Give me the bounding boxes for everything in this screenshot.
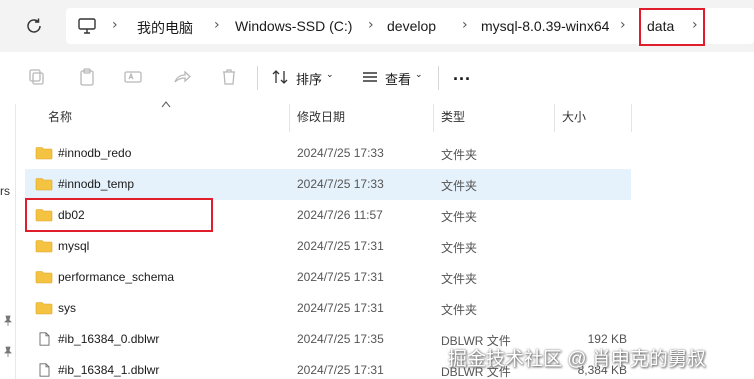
address-bar-row: › 我的电脑 › Windows-SSD (C:) › develop › my… (0, 0, 754, 52)
more-options-button[interactable]: ... (453, 64, 471, 85)
file-modified: 2024/7/25 17:33 (297, 177, 384, 191)
sort-ascending-icon (161, 101, 171, 108)
chevron-down-icon: ⌄ (326, 70, 334, 80)
toolbar-divider (438, 66, 439, 90)
file-type: 文件夹 (441, 179, 478, 193)
address-bar[interactable]: › 我的电脑 › Windows-SSD (C:) › develop › my… (66, 8, 754, 46)
delete-icon[interactable] (219, 67, 239, 87)
copy-icon[interactable] (27, 67, 47, 87)
column-divider[interactable] (554, 104, 555, 132)
chevron-down-icon: ⌄ (415, 70, 423, 80)
column-header-type[interactable]: 类型 (441, 108, 465, 132)
file-name: #innodb_temp (58, 177, 135, 191)
folder-icon (35, 271, 53, 284)
list-item[interactable]: sys 2024/7/25 17:31 文件夹 (25, 293, 631, 324)
chevron-right-icon: › (368, 17, 374, 33)
pin-icon (4, 315, 12, 326)
file-modified: 2024/7/25 17:31 (297, 239, 384, 253)
watermark: 掘金技术社区 @ 肖申克的舅叔 (448, 349, 706, 370)
column-divider[interactable] (631, 104, 632, 132)
toolbar-divider (257, 66, 258, 90)
file-name: #ib_16384_1.dblwr (58, 363, 160, 377)
file-modified: 2024/7/25 17:31 (297, 270, 384, 284)
sort-button[interactable]: 排序 (296, 69, 322, 88)
file-type: 文件夹 (441, 303, 478, 317)
file-type: 文件夹 (441, 272, 478, 286)
view-icon (363, 72, 377, 82)
computer-icon (78, 18, 96, 34)
share-icon[interactable] (172, 67, 192, 87)
file-modified: 2024/7/25 17:31 (297, 301, 384, 315)
column-header-name[interactable]: 名称 (48, 108, 72, 132)
column-header-modified[interactable]: 修改日期 (297, 108, 345, 132)
file-type: 文件夹 (441, 148, 478, 162)
list-item[interactable]: performance_schema 2024/7/25 17:31 文件夹 (25, 262, 631, 293)
column-header-size[interactable]: 大小 (562, 108, 586, 132)
file-modified: 2024/7/25 17:35 (297, 332, 384, 346)
chevron-right-icon: › (214, 17, 220, 33)
file-type: 文件夹 (441, 241, 478, 255)
breadcrumb-item-drive[interactable]: Windows-SSD (C:) (235, 18, 352, 34)
folder-icon (35, 147, 53, 160)
file-name: mysql (58, 239, 90, 253)
breadcrumb-item-my-computer[interactable]: 我的电脑 (137, 18, 193, 38)
nav-item-partial[interactable]: rs (0, 184, 10, 198)
chevron-right-icon: › (620, 17, 626, 33)
file-name: performance_schema (58, 270, 175, 284)
rename-icon[interactable] (123, 67, 143, 87)
highlight-box-data (639, 8, 705, 46)
chevron-right-icon: › (462, 17, 468, 33)
file-name: sys (58, 301, 76, 315)
command-bar: 排序 ⌄ 查看 ⌄ ... (0, 52, 754, 104)
file-icon (39, 332, 50, 346)
file-type: 文件夹 (441, 210, 478, 224)
folder-icon (35, 178, 53, 191)
file-icon (39, 363, 50, 377)
highlight-box-db02 (25, 198, 213, 232)
breadcrumb-item-mysql[interactable]: mysql-8.0.39-winx64 (481, 18, 609, 34)
list-item[interactable]: #innodb_temp 2024/7/25 17:33 文件夹 (25, 169, 631, 200)
view-button[interactable]: 查看 (385, 69, 411, 88)
file-modified: 2024/7/25 17:33 (297, 146, 384, 160)
refresh-icon[interactable] (22, 14, 46, 38)
folder-icon (35, 240, 53, 253)
column-divider[interactable] (433, 104, 434, 132)
file-modified: 2024/7/25 17:31 (297, 363, 384, 377)
breadcrumb-item-develop[interactable]: develop (387, 18, 436, 34)
folder-icon (35, 302, 53, 315)
file-name: #innodb_redo (58, 146, 132, 160)
paste-icon[interactable] (77, 67, 97, 87)
list-item[interactable]: mysql 2024/7/25 17:31 文件夹 (25, 231, 631, 262)
file-name: #ib_16384_0.dblwr (58, 332, 160, 346)
column-divider[interactable] (289, 104, 290, 132)
list-item[interactable]: #innodb_redo 2024/7/25 17:33 文件夹 (25, 138, 631, 169)
file-modified: 2024/7/26 11:57 (297, 208, 383, 222)
chevron-right-icon: › (112, 17, 118, 33)
sort-icon (272, 70, 288, 84)
pin-icon (4, 346, 12, 357)
navigation-pane (0, 104, 16, 379)
